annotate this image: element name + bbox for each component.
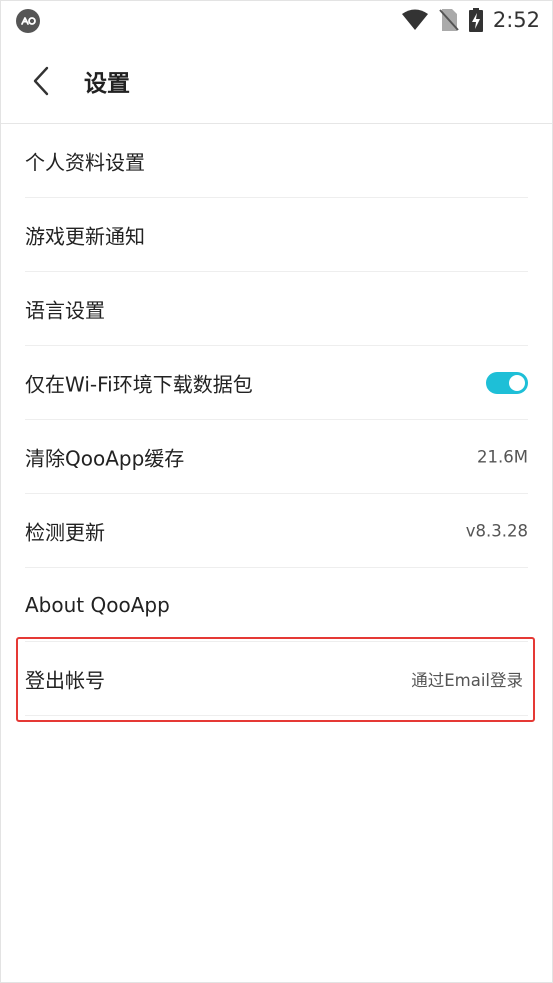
status-time: 2:52	[492, 8, 540, 32]
app-header: 设置	[1, 39, 552, 124]
login-method-value: 通过Email登录	[411, 670, 523, 690]
check-update-item[interactable]: 检测更新 v8.3.28	[25, 494, 528, 568]
settings-list: 个人资料设置 游戏更新通知 语言设置 仅在Wi-Fi环境下载数据包 清除QooA…	[1, 124, 552, 716]
profile-settings-label: 个人资料设置	[25, 150, 145, 174]
wifi-icon	[401, 9, 428, 30]
wifi-only-download-label: 仅在Wi-Fi环境下载数据包	[25, 372, 253, 396]
back-button[interactable]	[23, 61, 59, 101]
status-icons: 2:52	[401, 7, 540, 33]
page-title: 设置	[84, 71, 130, 97]
language-settings-label: 语言设置	[25, 298, 105, 322]
wifi-only-download-item: 仅在Wi-Fi环境下载数据包	[25, 346, 528, 420]
wifi-only-download-toggle[interactable]	[486, 371, 528, 394]
app-badge-icon	[16, 9, 40, 33]
version-value: v8.3.28	[465, 521, 528, 540]
battery-charging-icon	[468, 8, 483, 32]
chevron-left-icon	[33, 66, 49, 96]
about-label: About QooApp	[25, 592, 170, 617]
logout-item[interactable]: 登出帐号 通过Email登录	[25, 642, 528, 716]
no-sim-icon	[439, 9, 459, 31]
clear-cache-label: 清除QooApp缓存	[25, 446, 185, 470]
game-update-notification-label: 游戏更新通知	[25, 224, 145, 248]
check-update-label: 检测更新	[25, 520, 105, 544]
cache-size-value: 21.6M	[477, 447, 528, 466]
about-item[interactable]: About QooApp	[25, 568, 528, 642]
game-update-notification-item[interactable]: 游戏更新通知	[25, 198, 528, 272]
clear-cache-item[interactable]: 清除QooApp缓存 21.6M	[25, 420, 528, 494]
status-bar: 2:52	[1, 1, 552, 39]
settings-screen: 2:52 设置 个人资料设置 游戏更新通知 语言设置 仅在Wi-Fi环境下载数据…	[0, 0, 553, 983]
logout-label: 登出帐号	[25, 668, 105, 692]
toggle-knob	[509, 374, 525, 391]
profile-settings-item[interactable]: 个人资料设置	[25, 124, 528, 198]
language-settings-item[interactable]: 语言设置	[25, 272, 528, 346]
